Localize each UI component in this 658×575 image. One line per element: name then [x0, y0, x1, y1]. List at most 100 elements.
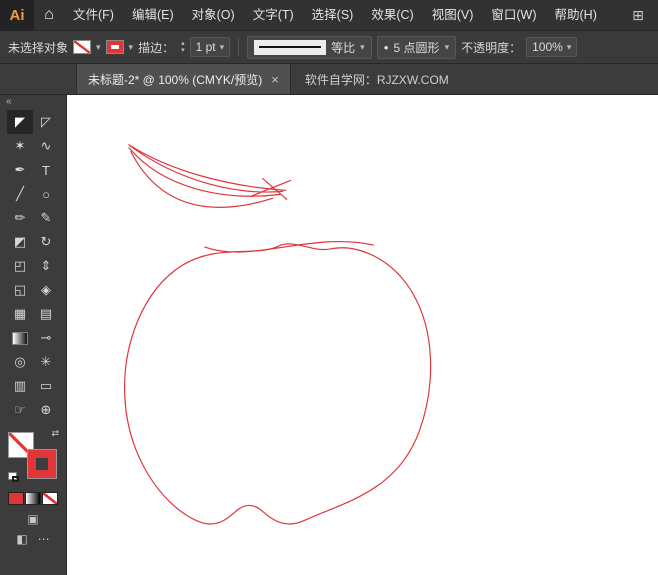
fill-stroke-widget: ⇄ [7, 429, 59, 483]
menu-effect[interactable]: 效果(C) [362, 0, 422, 30]
pencil-icon: ✎ [40, 210, 52, 225]
screen-mode-button[interactable]: ◧ [16, 533, 27, 545]
collapse-panel-icon[interactable]: « [0, 95, 66, 110]
menu-view[interactable]: 视图(V) [423, 0, 483, 30]
document-tab[interactable]: 未标题-2* @ 100% (CMYK/预览) × [76, 64, 291, 94]
menu-edit[interactable]: 编辑(E) [123, 0, 183, 30]
selection-tool[interactable]: ◤ [7, 110, 33, 134]
eraser-tool[interactable]: ◩ [7, 230, 33, 254]
artboard-canvas[interactable] [67, 95, 658, 575]
stroke-weight-stepper[interactable]: ▴ ▾ [181, 40, 185, 54]
menu-type[interactable]: 文字(T) [244, 0, 303, 30]
menu-help[interactable]: 帮助(H) [546, 0, 606, 30]
none-button[interactable] [42, 492, 58, 505]
divider [238, 38, 240, 56]
eyedropper-icon: ⊸ [40, 330, 52, 345]
swap-fill-stroke-icon[interactable]: ⇄ [51, 429, 59, 438]
stroke-weight-dropdown[interactable]: 1 pt ▾ [189, 37, 231, 57]
artboard-tool[interactable]: ▭ [33, 374, 59, 398]
step-up-icon[interactable]: ▴ [181, 40, 185, 47]
color-mode-buttons [8, 492, 58, 505]
mesh-icon: ▤ [39, 306, 53, 321]
symbol-sprayer-icon: ✳ [40, 354, 52, 369]
magic-wand-tool[interactable]: ✶ [7, 134, 33, 158]
paintbrush-icon: ✏ [14, 210, 26, 225]
pen-tool[interactable]: ✒ [7, 158, 33, 182]
menu-select[interactable]: 选择(S) [303, 0, 363, 30]
free-transform-tool[interactable]: ◱ [7, 278, 33, 302]
close-icon[interactable]: × [271, 72, 279, 87]
shape-builder-icon: ◈ [41, 282, 51, 297]
apple-drawing [124, 144, 432, 525]
direct-selection-tool[interactable]: ◸ [33, 110, 59, 134]
ellipse-tool[interactable]: ○ [33, 182, 59, 206]
leaf-cross-line-1[interactable] [250, 179, 292, 197]
line-segment-icon: ╱ [16, 186, 24, 201]
column-graph-tool[interactable]: ▥ [7, 374, 33, 398]
leaf-curve-3[interactable] [128, 147, 282, 197]
gradient-button[interactable] [25, 492, 41, 505]
blend-tool[interactable]: ◎ [7, 350, 33, 374]
gradient-tool-icon [12, 331, 28, 345]
more-options-icon[interactable]: ⋯ [38, 533, 50, 545]
stroke-color-swatch[interactable] [105, 40, 124, 54]
width-profile-dropdown[interactable]: 等比 ▾ [247, 35, 372, 59]
zoom-tool[interactable]: ⊕ [33, 398, 59, 422]
selection-tool-icon: ◤ [15, 114, 25, 129]
tools-panel: « ◤ ◸ ✶ ∿ ✒ T ╱ ○ ✏ ✎ ◩ ↻ ◰ ⇕ ◱ ◈ ▦ ▤ ⊸ … [0, 95, 67, 575]
screen-mode-row: ◧ ⋯ [16, 533, 49, 545]
column-graph-icon: ▥ [13, 378, 27, 393]
rotate-icon: ↻ [40, 234, 52, 249]
perspective-grid-tool[interactable]: ▦ [7, 302, 33, 326]
scale-tool[interactable]: ◰ [7, 254, 33, 278]
workspace-switcher-icon[interactable]: ⊞ [618, 7, 658, 24]
mesh-tool[interactable]: ▤ [33, 302, 59, 326]
default-stroke-mini [12, 476, 19, 482]
site-watermark-text: 软件自学网：RJZXW.COM [304, 72, 449, 87]
menu-object[interactable]: 对象(O) [183, 0, 244, 30]
width-tool[interactable]: ⇕ [33, 254, 59, 278]
opacity-label: 不透明度： [461, 40, 522, 55]
shape-builder-tool[interactable]: ◈ [33, 278, 59, 302]
workspace: « ◤ ◸ ✶ ∿ ✒ T ╱ ○ ✏ ✎ ◩ ↻ ◰ ⇕ ◱ ◈ ▦ ▤ ⊸ … [0, 95, 658, 575]
line-segment-tool[interactable]: ╱ [7, 182, 33, 206]
gradient-tool[interactable] [7, 326, 33, 350]
menu-window[interactable]: 窗口(W) [482, 0, 545, 30]
home-icon[interactable]: ⌂ [34, 6, 64, 24]
app-logo[interactable]: Ai [0, 0, 34, 30]
color-button[interactable] [8, 492, 24, 505]
tool-grid: ◤ ◸ ✶ ∿ ✒ T ╱ ○ ✏ ✎ ◩ ↻ ◰ ⇕ ◱ ◈ ▦ ▤ ⊸ ◎ [7, 110, 59, 422]
illustrator-window: Ai ⌂ 文件(F) 编辑(E) 对象(O) 文字(T) 选择(S) 效果(C)… [0, 0, 658, 575]
eraser-icon: ◩ [13, 234, 27, 249]
free-transform-icon: ◱ [13, 282, 27, 297]
opacity-dropdown[interactable]: 100% ▾ [526, 37, 578, 57]
chevron-down-icon[interactable]: ▾ [129, 42, 134, 52]
stroke-weight-label: 描边： [138, 40, 175, 55]
document-title: 未标题-2* @ 100% (CMYK/预览) [88, 72, 263, 87]
artboard-icon: ▭ [39, 378, 53, 393]
drawing-mode-button[interactable]: ▣ [27, 513, 38, 525]
apple-top-curve[interactable] [204, 241, 375, 253]
type-tool[interactable]: T [33, 158, 59, 182]
default-fill-stroke-icon[interactable] [8, 472, 21, 483]
hand-tool[interactable]: ☞ [7, 398, 33, 422]
chevron-down-icon[interactable]: ▾ [96, 42, 101, 52]
symbol-sprayer-tool[interactable]: ✳ [33, 350, 59, 374]
fill-color-swatch[interactable] [73, 40, 92, 54]
chevron-down-icon: ▾ [444, 41, 450, 52]
pencil-tool[interactable]: ✎ [33, 206, 59, 230]
chevron-down-icon: ▾ [219, 41, 225, 52]
chevron-down-icon: ▾ [360, 41, 365, 52]
ellipse-icon: ○ [42, 186, 50, 202]
brush-definition-dropdown[interactable]: ● 5 点圆形 ▾ [376, 35, 457, 59]
lasso-tool[interactable]: ∿ [33, 134, 59, 158]
brush-preview-icon: ● [383, 42, 389, 52]
pen-icon: ✒ [14, 162, 26, 177]
paintbrush-tool[interactable]: ✏ [7, 206, 33, 230]
menu-file[interactable]: 文件(F) [64, 0, 123, 30]
stroke-swatch[interactable] [27, 449, 57, 479]
apple-body-path[interactable] [124, 243, 432, 525]
eyedropper-tool[interactable]: ⊸ [33, 326, 59, 350]
step-down-icon[interactable]: ▾ [181, 47, 185, 54]
rotate-tool[interactable]: ↻ [33, 230, 59, 254]
